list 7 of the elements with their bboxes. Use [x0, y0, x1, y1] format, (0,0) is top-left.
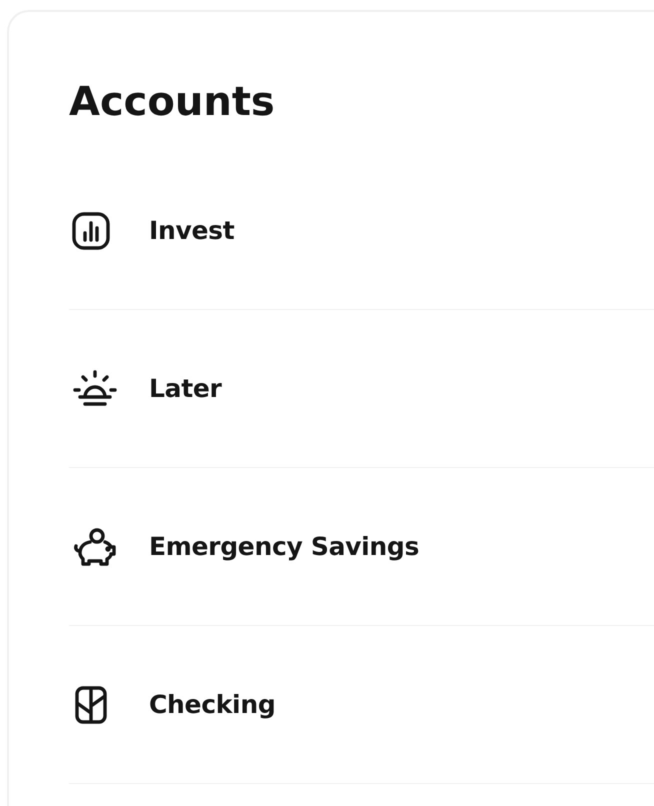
bar-chart-icon	[71, 210, 111, 250]
sunrise-icon	[71, 368, 119, 408]
account-name[interactable]: Checking	[149, 690, 276, 719]
page-title: Accounts	[69, 78, 275, 126]
account-name[interactable]: Later	[149, 374, 222, 403]
account-name[interactable]: Invest	[149, 216, 234, 245]
account-name[interactable]: Emergency Savings	[149, 532, 420, 561]
